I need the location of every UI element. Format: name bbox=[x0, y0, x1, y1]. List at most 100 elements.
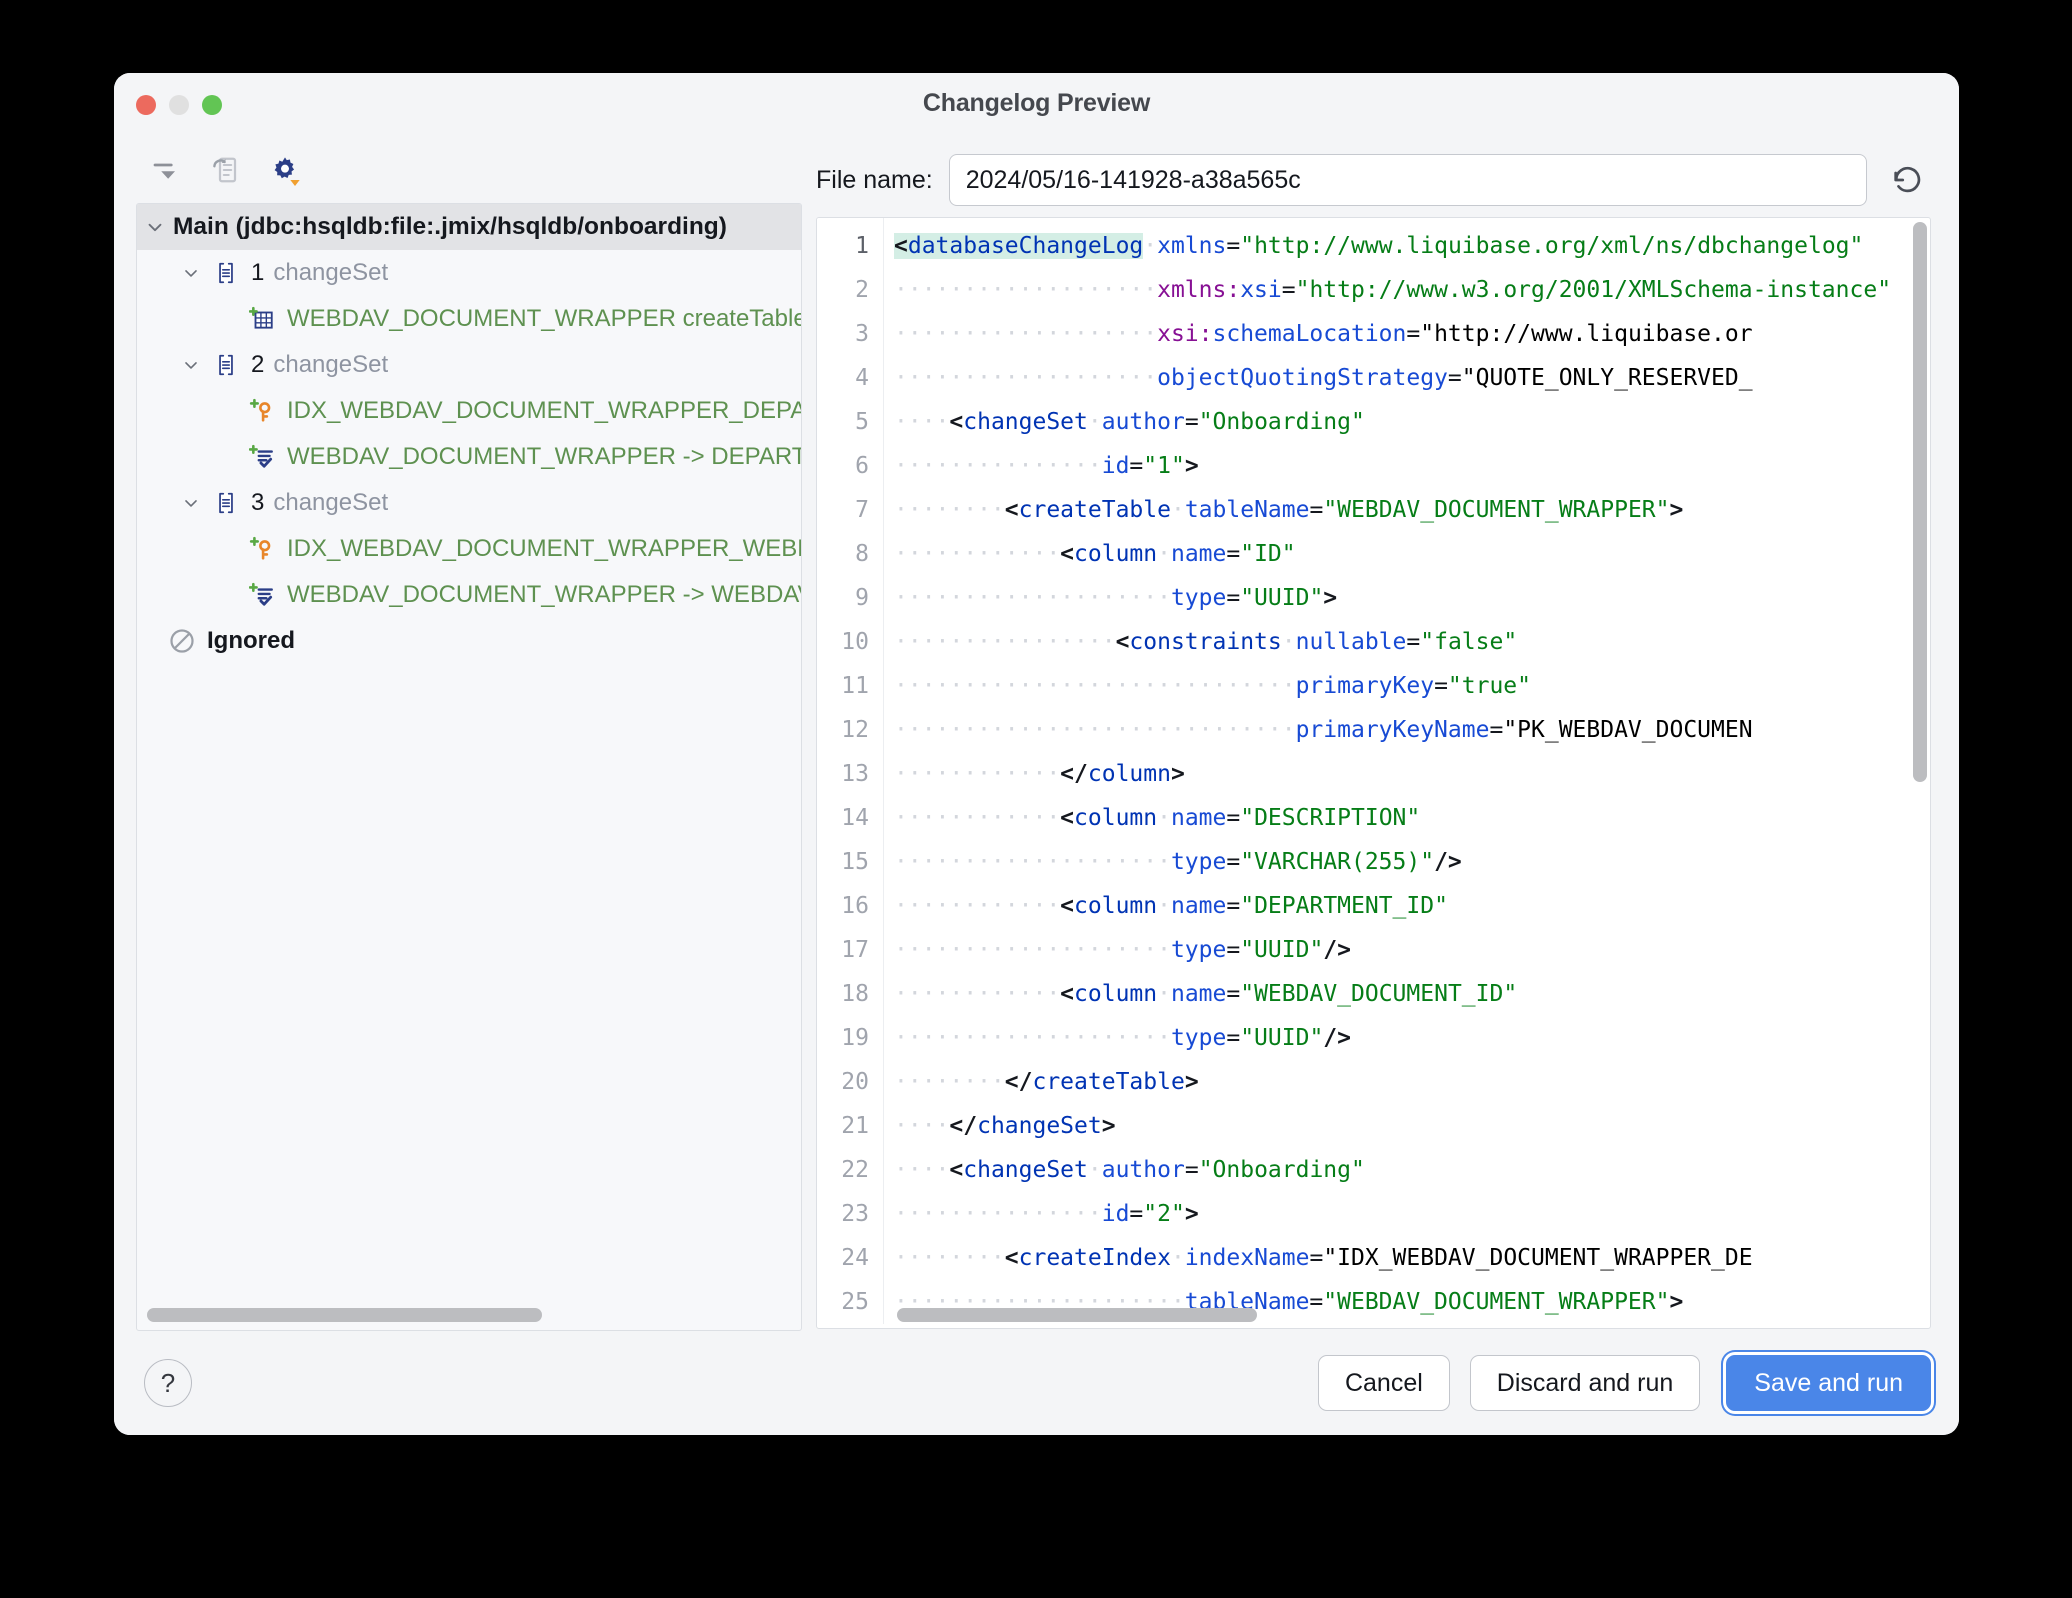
save-and-run-button[interactable]: Save and run bbox=[1726, 1355, 1931, 1411]
tree-row-changeset-3[interactable]: 3changeSet bbox=[137, 480, 801, 526]
ignored-label: Ignored bbox=[207, 627, 295, 655]
change-label: IDX_WEBDAV_DOCUMENT_WRAPPER_DEPARTMENT bbox=[287, 397, 801, 425]
line-number: 24 bbox=[817, 1236, 869, 1280]
line-number: 4 bbox=[817, 356, 869, 400]
tree-content: Main (jdbc:hsqldb:file:.jmix/hsqldb/onbo… bbox=[137, 204, 801, 1308]
collapse-all-icon[interactable] bbox=[146, 151, 184, 189]
code-line: ···················xsi:schemaLocation="h… bbox=[884, 312, 1930, 356]
tree-row-change[interactable]: IDX_WEBDAV_DOCUMENT_WRAPPER_DEPARTMENT bbox=[137, 388, 801, 434]
tree-horizontal-scrollbar[interactable] bbox=[147, 1308, 791, 1322]
code-line: ················<constraints·nullable="f… bbox=[884, 620, 1930, 664]
tree-row-change[interactable]: IDX_WEBDAV_DOCUMENT_WRAPPER_WEBDAV_DOCUM… bbox=[137, 526, 801, 572]
cancel-button[interactable]: Cancel bbox=[1318, 1355, 1450, 1411]
changeset-icon bbox=[209, 490, 243, 516]
create-index-icon bbox=[245, 398, 279, 424]
xml-code-editor[interactable]: 1 2 3 4 5 6 7 8 9 10 11 12 13 bbox=[816, 217, 1931, 1329]
tree-scroll-thumb[interactable] bbox=[147, 1308, 542, 1322]
change-label: WEBDAV_DOCUMENT_WRAPPER -> WEBDAV_DOCUME… bbox=[287, 581, 801, 609]
chevron-down-icon[interactable] bbox=[173, 493, 209, 513]
line-number: 1 bbox=[817, 224, 869, 268]
editor-horizontal-scrollbar[interactable] bbox=[897, 1308, 1257, 1322]
line-number: 12 bbox=[817, 708, 869, 752]
filename-input[interactable]: 2024/05/16-141928-a38a565c bbox=[949, 154, 1867, 206]
line-number: 21 bbox=[817, 1104, 869, 1148]
dialog-footer: ? Cancel Discard and run Save and run bbox=[114, 1331, 1959, 1435]
code-line: ············<column·name="ID" bbox=[884, 532, 1930, 576]
editor-viewport: 1 2 3 4 5 6 7 8 9 10 11 12 13 bbox=[817, 218, 1930, 1328]
code-line: ····················type="UUID"> bbox=[884, 576, 1930, 620]
add-foreign-key-icon bbox=[245, 582, 279, 608]
line-number: 11 bbox=[817, 664, 869, 708]
tree-row-changeset-2[interactable]: 2changeSet bbox=[137, 342, 801, 388]
line-number: 8 bbox=[817, 532, 869, 576]
changeset-icon bbox=[209, 260, 243, 286]
line-number: 17 bbox=[817, 928, 869, 972]
code-lines[interactable]: <databaseChangeLog·xmlns="http://www.liq… bbox=[883, 218, 1930, 1324]
line-number: 19 bbox=[817, 1016, 869, 1060]
tree-row-changeset-1[interactable]: 1changeSet bbox=[137, 250, 801, 296]
changelog-preview-window: Changelog Preview bbox=[114, 73, 1959, 1435]
settings-gear-icon[interactable] bbox=[266, 151, 304, 189]
code-line: ····<changeSet·author="Onboarding" bbox=[884, 400, 1930, 444]
changeset-label: 1changeSet bbox=[251, 259, 388, 287]
code-line: ····</changeSet> bbox=[884, 1104, 1930, 1148]
code-line: ·····························primaryKey=… bbox=[884, 664, 1930, 708]
changeset-number: 3 bbox=[251, 489, 264, 516]
tree-row-change[interactable]: WEBDAV_DOCUMENT_WRAPPER -> DEPARTMENT bbox=[137, 434, 801, 480]
line-number: 14 bbox=[817, 796, 869, 840]
line-number: 3 bbox=[817, 312, 869, 356]
line-number: 2 bbox=[817, 268, 869, 312]
line-number: 25 bbox=[817, 1280, 869, 1324]
changelog-tree-panel: Main (jdbc:hsqldb:file:.jmix/hsqldb/onbo… bbox=[114, 137, 802, 1331]
code-line: ····<changeSet·author="Onboarding" bbox=[884, 1148, 1930, 1192]
code-line: ····················type="VARCHAR(255)"/… bbox=[884, 840, 1930, 884]
filename-label: File name: bbox=[816, 166, 933, 195]
line-number: 18 bbox=[817, 972, 869, 1016]
dialog-body: Main (jdbc:hsqldb:file:.jmix/hsqldb/onbo… bbox=[114, 137, 1959, 1331]
discard-and-run-button[interactable]: Discard and run bbox=[1470, 1355, 1700, 1411]
code-line: ············<column·name="DEPARTMENT_ID" bbox=[884, 884, 1930, 928]
revert-arrow-icon[interactable] bbox=[1883, 156, 1931, 204]
code-line: ···············id="2"> bbox=[884, 1192, 1930, 1236]
page-title: Changelog Preview bbox=[114, 89, 1959, 118]
line-number: 23 bbox=[817, 1192, 869, 1236]
change-label: WEBDAV_DOCUMENT_WRAPPER createTable bbox=[287, 305, 801, 333]
line-number: 13 bbox=[817, 752, 869, 796]
add-foreign-key-icon bbox=[245, 444, 279, 470]
code-line: ········</createTable> bbox=[884, 1060, 1930, 1104]
tree-row-ignored[interactable]: Ignored bbox=[137, 618, 801, 664]
ignored-icon bbox=[165, 627, 199, 655]
refresh-changelog-icon[interactable] bbox=[206, 151, 244, 189]
code-line: ···············id="1"> bbox=[884, 444, 1930, 488]
code-line: ····················type="UUID"/> bbox=[884, 1016, 1930, 1060]
tree-row-change[interactable]: WEBDAV_DOCUMENT_WRAPPER -> WEBDAV_DOCUME… bbox=[137, 572, 801, 618]
line-number: 5 bbox=[817, 400, 869, 444]
chevron-down-icon[interactable] bbox=[173, 355, 209, 375]
changeset-icon bbox=[209, 352, 243, 378]
line-number: 16 bbox=[817, 884, 869, 928]
help-button[interactable]: ? bbox=[144, 1359, 192, 1407]
line-number: 22 bbox=[817, 1148, 869, 1192]
code-line: ············</column> bbox=[884, 752, 1930, 796]
code-line: ·····························primaryKeyN… bbox=[884, 708, 1930, 752]
tree-toolbar bbox=[136, 137, 802, 203]
line-number: 20 bbox=[817, 1060, 869, 1104]
line-number-gutter: 1 2 3 4 5 6 7 8 9 10 11 12 13 bbox=[817, 218, 883, 1324]
changelog-tree[interactable]: Main (jdbc:hsqldb:file:.jmix/hsqldb/onbo… bbox=[136, 203, 802, 1331]
editor-vertical-scrollbar[interactable] bbox=[1913, 222, 1927, 782]
change-label: WEBDAV_DOCUMENT_WRAPPER -> DEPARTMENT bbox=[287, 443, 801, 471]
chevron-down-icon[interactable] bbox=[173, 263, 209, 283]
tree-row-change[interactable]: WEBDAV_DOCUMENT_WRAPPER createTable bbox=[137, 296, 801, 342]
changeset-label: 2changeSet bbox=[251, 351, 388, 379]
code-line: <databaseChangeLog·xmlns="http://www.liq… bbox=[884, 224, 1930, 268]
changeset-kind: changeSet bbox=[273, 259, 388, 286]
line-number: 7 bbox=[817, 488, 869, 532]
changeset-kind: changeSet bbox=[273, 351, 388, 378]
code-line: ····················type="UUID"/> bbox=[884, 928, 1930, 972]
code-line: ········<createTable·tableName="WEBDAV_D… bbox=[884, 488, 1930, 532]
chevron-down-icon[interactable] bbox=[137, 216, 173, 238]
code-line: ···················objectQuotingStrategy… bbox=[884, 356, 1930, 400]
tree-row-root[interactable]: Main (jdbc:hsqldb:file:.jmix/hsqldb/onbo… bbox=[137, 204, 801, 250]
line-number: 15 bbox=[817, 840, 869, 884]
code-line: ············<column·name="WEBDAV_DOCUMEN… bbox=[884, 972, 1930, 1016]
